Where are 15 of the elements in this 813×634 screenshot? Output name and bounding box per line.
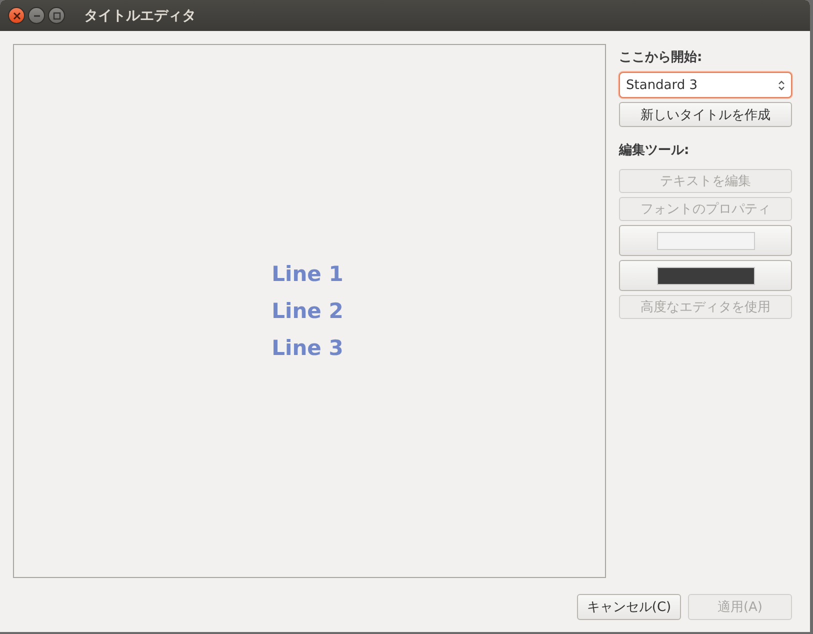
template-select[interactable]: Standard 3 (619, 72, 792, 98)
spinner-icon (778, 80, 785, 90)
preview-line: Line 1 (272, 261, 344, 288)
dialog-button[interactable]: キャンセル(C) (577, 594, 681, 620)
preview-line: Line 2 (272, 298, 344, 325)
new-title-button[interactable]: 新しいタイトルを作成 (619, 102, 792, 127)
maximize-icon[interactable] (48, 7, 65, 24)
close-icon[interactable] (8, 7, 25, 24)
preview-line: Line 3 (272, 335, 344, 362)
minimize-icon[interactable] (28, 7, 45, 24)
section-label: ここから開始: (619, 49, 704, 66)
window-title: タイトルエディタ (84, 6, 196, 24)
color-button[interactable] (619, 225, 792, 256)
section-label: 編集ツール: (619, 142, 690, 159)
color-button[interactable] (619, 260, 792, 291)
